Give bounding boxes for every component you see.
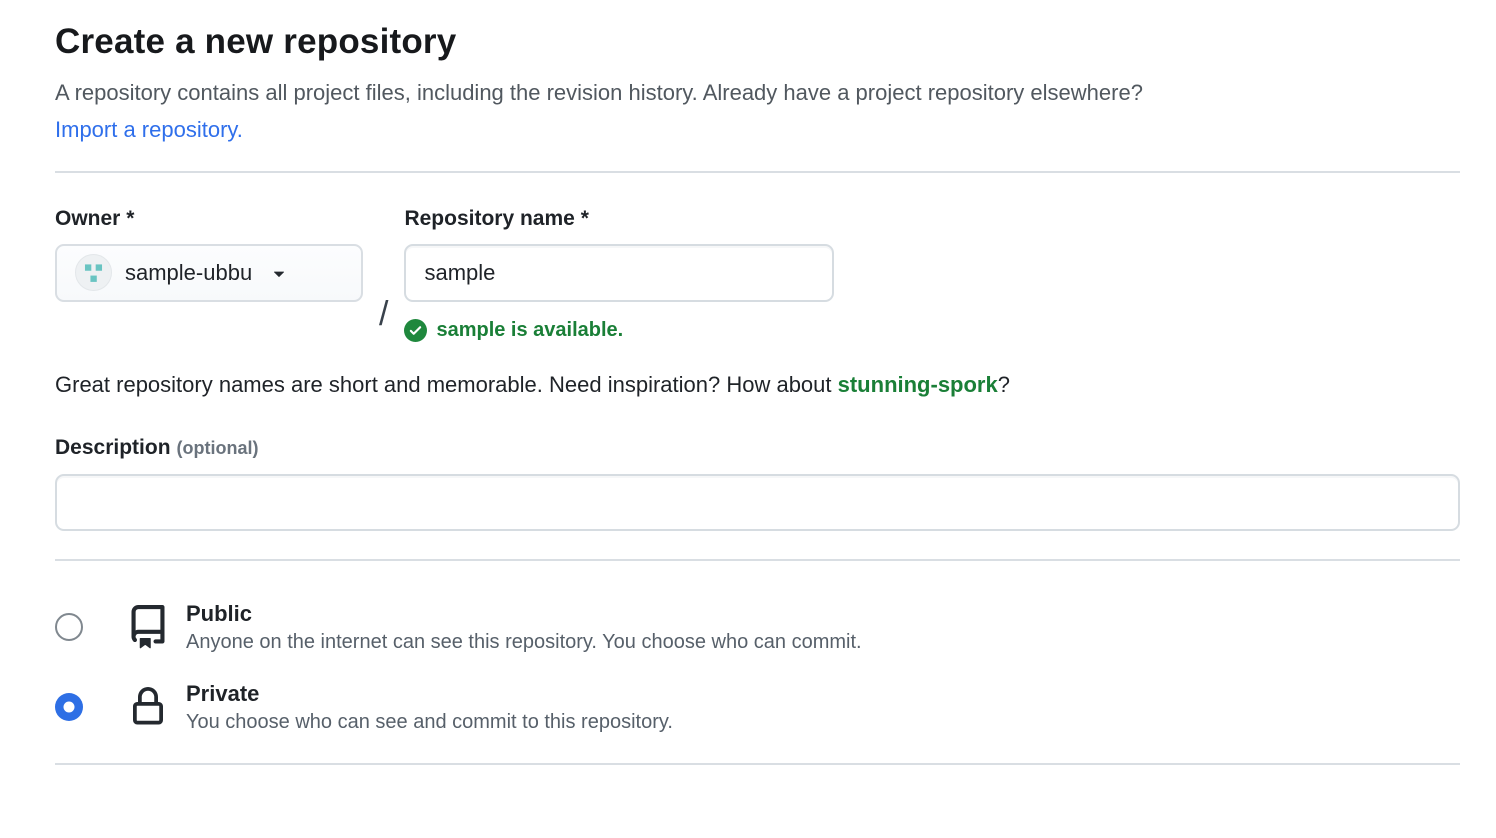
suggestion-suffix: ? xyxy=(998,372,1010,397)
intro-text: A repository contains all project files,… xyxy=(55,78,1460,108)
availability-status: sample is available. xyxy=(404,319,834,342)
name-suggestion: Great repository names are short and mem… xyxy=(55,372,1460,398)
create-repository-page: Create a new repository A repository con… xyxy=(0,0,1496,765)
availability-message: sample is available. xyxy=(436,319,623,342)
public-option-text: Public Anyone on the internet can see th… xyxy=(186,601,862,654)
owner-repo-separator: / xyxy=(379,295,388,334)
description-label-text: Description xyxy=(55,436,171,459)
repo-name-label: Repository name * xyxy=(404,207,834,231)
chevron-down-icon xyxy=(268,262,290,284)
owner-repo-row: Owner * sample-ubbu / xyxy=(55,207,1460,342)
visibility-option-public[interactable]: Public Anyone on the internet can see th… xyxy=(55,601,1460,654)
owner-avatar xyxy=(75,254,112,291)
owner-label-text: Owner xyxy=(55,207,120,230)
repo-name-required-mark: * xyxy=(581,207,589,230)
middle-divider xyxy=(55,559,1460,561)
repo-name-input[interactable] xyxy=(404,244,834,302)
repo-name-label-text: Repository name xyxy=(404,207,574,230)
private-option-desc: You choose who can see and commit to thi… xyxy=(186,711,673,734)
private-radio[interactable] xyxy=(55,693,83,721)
private-option-text: Private You choose who can see and commi… xyxy=(186,681,673,734)
owner-dropdown[interactable]: sample-ubbu xyxy=(55,244,363,302)
identicon-image xyxy=(76,254,111,291)
lock-icon xyxy=(125,687,171,727)
bottom-divider xyxy=(55,763,1460,765)
owner-label: Owner * xyxy=(55,207,363,231)
owner-required-mark: * xyxy=(126,207,134,230)
check-circle-icon xyxy=(404,319,427,342)
public-option-desc: Anyone on the internet can see this repo… xyxy=(186,631,862,654)
description-label: Description (optional) xyxy=(55,436,1460,460)
owner-selected-value: sample-ubbu xyxy=(125,260,252,286)
suggestion-prefix: Great repository names are short and mem… xyxy=(55,372,838,397)
description-optional-note: (optional) xyxy=(177,438,259,458)
public-option-title: Public xyxy=(186,601,862,627)
top-divider xyxy=(55,171,1460,173)
visibility-option-private[interactable]: Private You choose who can see and commi… xyxy=(55,681,1460,734)
repo-name-field: Repository name * sample is available. xyxy=(404,207,834,342)
page-title: Create a new repository xyxy=(55,22,1460,62)
import-repository-link[interactable]: Import a repository. xyxy=(55,117,243,143)
private-option-title: Private xyxy=(186,681,673,707)
repo-icon xyxy=(125,605,171,649)
description-input[interactable] xyxy=(55,474,1460,531)
visibility-options: Public Anyone on the internet can see th… xyxy=(55,601,1460,734)
suggested-repo-name[interactable]: stunning-spork xyxy=(838,372,998,397)
owner-field: Owner * sample-ubbu xyxy=(55,207,363,302)
public-radio[interactable] xyxy=(55,613,83,641)
